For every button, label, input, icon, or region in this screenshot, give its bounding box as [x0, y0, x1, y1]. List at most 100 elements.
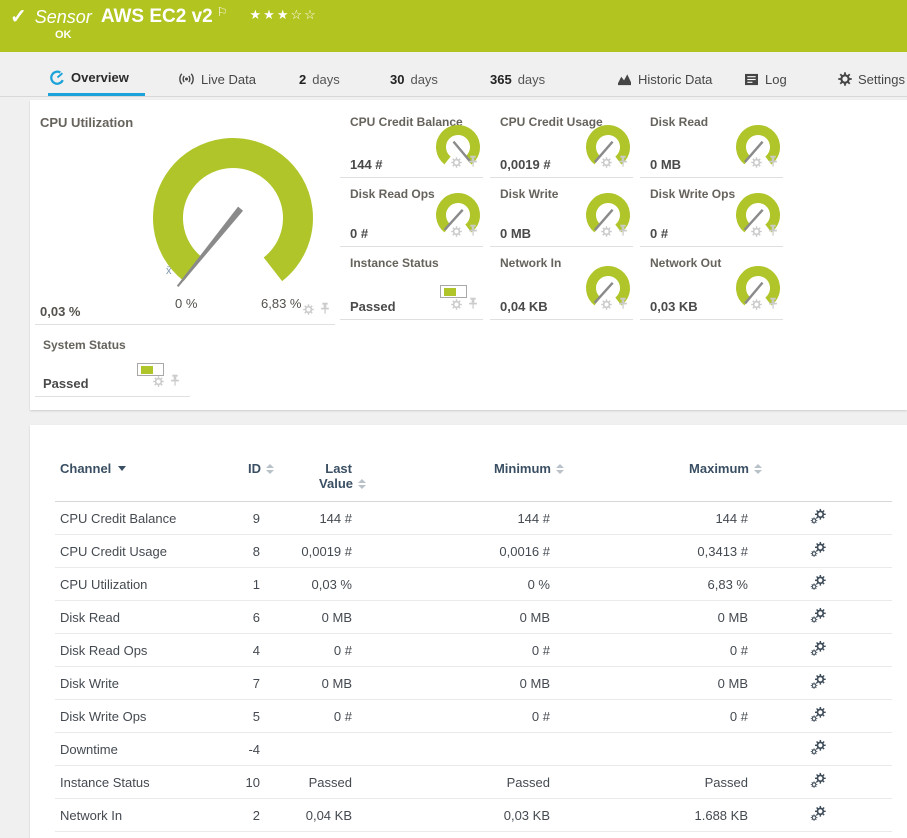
cell-channel: Disk Read Ops [60, 642, 148, 658]
panel-value: 0 # [350, 226, 369, 241]
column-header-last-value[interactable]: Last Value [260, 461, 366, 491]
panel-pin-icon[interactable] [320, 302, 330, 320]
priority-stars[interactable]: ★★★☆☆ [250, 5, 318, 25]
flag-icon[interactable]: ⚐ [217, 5, 228, 19]
column-header-maximum-label: Maximum [689, 461, 749, 476]
cell-last-value: Passed [308, 774, 352, 790]
panel-instance-status: Instance Status Passed [340, 251, 483, 320]
panel-pin-icon[interactable] [468, 224, 478, 242]
panel-value: 0 MB [650, 157, 682, 172]
panel-settings-icon[interactable] [302, 302, 315, 320]
channel-settings-icon[interactable] [810, 804, 828, 826]
tab-30-days-label: days [410, 71, 438, 87]
tab-365-days[interactable]: 365 days [490, 62, 545, 96]
tab-30-days-num: 30 [390, 71, 405, 87]
panel-title: Network In [500, 256, 562, 270]
panel-settings-icon[interactable] [600, 297, 613, 315]
cell-id: -4 [248, 741, 260, 757]
table-row[interactable]: CPU Credit Balance 9 144 # 144 # 144 # [55, 502, 892, 535]
channel-settings-icon[interactable] [810, 606, 828, 628]
channel-settings-icon[interactable] [810, 738, 828, 760]
tab-historic-data[interactable]: Historic Data [617, 62, 712, 96]
column-header-minimum[interactable]: Minimum [352, 461, 564, 476]
panel-pin-icon[interactable] [170, 374, 180, 392]
panel-pin-icon[interactable] [618, 297, 628, 315]
panel-pin-icon[interactable] [768, 224, 778, 242]
sorted-desc-icon [118, 466, 127, 471]
channel-settings-icon[interactable] [810, 672, 828, 694]
column-header-maximum[interactable]: Maximum [550, 461, 762, 476]
cell-id: 2 [252, 807, 260, 823]
panel-settings-icon[interactable] [450, 224, 463, 242]
cell-last-value: 144 # [319, 510, 352, 526]
panel-settings-icon[interactable] [152, 374, 165, 392]
table-row[interactable]: CPU Utilization 1 0,03 % 0 % 6,83 % [55, 568, 892, 601]
cell-channel: CPU Credit Balance [60, 510, 177, 526]
tab-2-days[interactable]: 2 days [299, 62, 340, 96]
panel-pin-icon[interactable] [768, 155, 778, 173]
panel-pin-icon[interactable] [468, 155, 478, 173]
cell-last-value: 0 MB [321, 675, 352, 691]
mean-marker: x̄ [166, 265, 172, 277]
table-row[interactable]: Instance Status 10 Passed Passed Passed [55, 766, 892, 799]
cell-maximum: 0,3413 # [697, 543, 748, 559]
panel-title: Disk Read [650, 115, 709, 129]
panel-title: Disk Write Ops [650, 187, 736, 201]
cell-maximum: 144 # [715, 510, 748, 526]
cell-maximum: 1.688 KB [694, 807, 749, 823]
cell-maximum: 0 # [729, 708, 748, 724]
table-row[interactable]: Disk Read 6 0 MB 0 MB 0 MB [55, 601, 892, 634]
panel-disk-write-ops: Disk Write Ops 0 # [640, 182, 783, 247]
tab-2-days-num: 2 [299, 71, 307, 87]
panel-settings-icon[interactable] [600, 155, 613, 173]
channel-table-card: Channel ID Last Value Minimum Maximum CP… [30, 425, 907, 838]
table-row[interactable]: Disk Write Ops 5 0 # 0 # 0 # [55, 700, 892, 733]
table-row[interactable]: Disk Write 7 0 MB 0 MB 0 MB [55, 667, 892, 700]
column-header-id[interactable]: ID [215, 461, 274, 476]
table-row[interactable]: CPU Credit Usage 8 0,0019 # 0,0016 # 0,3… [55, 535, 892, 568]
channel-settings-icon[interactable] [810, 639, 828, 661]
tab-live-data[interactable]: Live Data [178, 62, 256, 96]
panel-title: Instance Status [350, 256, 439, 270]
channel-settings-icon[interactable] [810, 540, 828, 562]
tab-30-days[interactable]: 30 days [390, 62, 438, 96]
cell-id: 1 [252, 576, 260, 592]
cell-channel: CPU Credit Usage [60, 543, 167, 559]
channel-settings-icon[interactable] [810, 771, 828, 793]
cell-last-value: 0,04 KB [305, 807, 352, 823]
table-row[interactable]: Downtime -4 [55, 733, 892, 766]
cell-minimum: 0 % [527, 576, 550, 592]
panel-settings-icon[interactable] [600, 224, 613, 242]
column-header-channel[interactable]: Channel [60, 461, 215, 476]
panel-settings-icon[interactable] [450, 297, 463, 315]
panel-value: Passed [43, 376, 89, 391]
cell-minimum: 0 # [531, 708, 550, 724]
panel-settings-icon[interactable] [450, 155, 463, 173]
cell-minimum: 0,0016 # [499, 543, 550, 559]
channel-settings-icon[interactable] [810, 705, 828, 727]
panel-pin-icon[interactable] [618, 155, 628, 173]
panel-settings-icon[interactable] [750, 297, 763, 315]
tab-overview[interactable]: Overview [48, 62, 145, 96]
tab-bar: Overview Live Data 2 days 30 days 365 days … [0, 62, 907, 97]
table-header-row: Channel ID Last Value Minimum Maximum [55, 455, 892, 502]
panel-pin-icon[interactable] [768, 297, 778, 315]
table-row[interactable]: Network In 2 0,04 KB 0,03 KB 1.688 KB [55, 799, 892, 832]
panel-settings-icon[interactable] [750, 224, 763, 242]
panel-network-in: Network In 0,04 KB [490, 251, 633, 320]
panel-system-status: System Status Passed [35, 335, 190, 397]
channel-settings-icon[interactable] [810, 507, 828, 529]
panel-pin-icon[interactable] [468, 297, 478, 315]
table-row[interactable]: Disk Read Ops 4 0 # 0 # 0 # [55, 634, 892, 667]
tab-log[interactable]: Log [744, 62, 787, 96]
cell-maximum: Passed [704, 774, 748, 790]
chart-icon [617, 73, 632, 86]
channel-settings-icon[interactable] [810, 573, 828, 595]
tab-settings[interactable]: Settings [838, 62, 905, 96]
cell-channel: Disk Read [60, 609, 120, 625]
live-data-icon [178, 72, 195, 86]
panel-title: Disk Read Ops [350, 187, 435, 201]
panel-pin-icon[interactable] [618, 224, 628, 242]
panel-settings-icon[interactable] [750, 155, 763, 173]
sort-icon [754, 463, 762, 474]
